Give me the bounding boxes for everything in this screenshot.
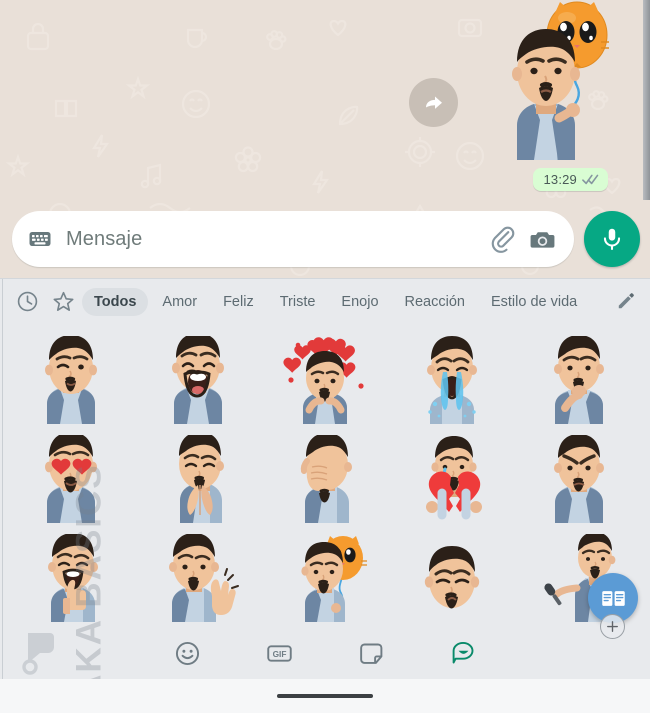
pencil-icon[interactable]	[610, 287, 640, 317]
broken-heart-sticker	[425, 435, 482, 519]
sticker-item-crying-face[interactable]	[388, 330, 515, 429]
sticker-item-in-love-hearts[interactable]	[262, 330, 389, 429]
tab-emoji[interactable]	[170, 636, 204, 670]
category-chip-enojo[interactable]: Enojo	[329, 288, 390, 316]
android-navigation-bar	[0, 679, 650, 713]
thumbs-up-sticker	[48, 533, 99, 622]
facepalm-sticker	[300, 434, 352, 523]
sticker-item-pleading-hands[interactable]	[135, 429, 262, 528]
gif-icon: GIF	[266, 644, 292, 662]
sticker-grid	[0, 324, 650, 627]
star-icon[interactable]	[46, 285, 80, 319]
sent-sticker-message[interactable]	[487, 0, 612, 160]
paperclip-icon[interactable]	[488, 226, 515, 253]
sticker-item-laughing-face[interactable]	[135, 330, 262, 429]
clock-icon[interactable]	[10, 285, 44, 319]
avatar-with-balloon-sticker	[512, 1, 609, 160]
message-placeholder: Mensaje	[66, 227, 143, 250]
waving-hand-sticker	[169, 533, 240, 622]
sticker-item-broken-heart[interactable]	[388, 429, 515, 528]
documents-icon	[601, 590, 625, 606]
sticker-icon	[359, 643, 382, 664]
pleading-hands-sticker	[179, 434, 225, 523]
angry-face-sticker	[553, 434, 604, 523]
sticker-item-wink-face[interactable]	[8, 330, 135, 429]
picker-bottom-tabs: GIF	[0, 627, 650, 679]
plus-icon	[607, 621, 618, 632]
category-chip-amor[interactable]: Amor	[150, 288, 209, 316]
sticker-picker-panel: Todos Amor Feliz Triste Enojo Reacción E…	[0, 278, 650, 679]
whatsapp-sticker-picker-screen: 13:29 Mensaje Todos Amor Feliz Triste En…	[0, 0, 650, 713]
tab-sticker[interactable]	[354, 636, 388, 670]
tab-avatar[interactable]	[446, 636, 480, 670]
svg-text:GIF: GIF	[272, 649, 286, 659]
microphone-icon	[603, 228, 621, 250]
avatar-icon	[452, 641, 473, 663]
message-input-field[interactable]: Mensaje	[12, 211, 574, 267]
category-chip-todos[interactable]: Todos	[82, 287, 149, 316]
category-chip-triste[interactable]: Triste	[268, 288, 328, 316]
crying-face-sticker	[426, 335, 477, 424]
category-chip-reaccion[interactable]: Reacción	[393, 288, 477, 316]
keyboard-icon[interactable]	[28, 227, 52, 251]
sticker-item-sad-face[interactable]	[388, 528, 515, 627]
add-sticker-badge-button[interactable]	[600, 614, 625, 639]
sticker-item-shy-thinking-face[interactable]	[515, 330, 642, 429]
heart-eyes-face-sticker	[45, 434, 98, 523]
laughing-face-sticker	[172, 335, 225, 424]
sticker-item-thumbs-up[interactable]	[8, 528, 135, 627]
double-check-icon	[582, 174, 599, 185]
category-chip-feliz[interactable]: Feliz	[211, 288, 266, 316]
camera-icon[interactable]	[529, 226, 556, 253]
sticker-item-sad-balloon[interactable]	[262, 528, 389, 627]
panel-left-divider	[2, 279, 3, 679]
forward-message-button[interactable]	[409, 78, 458, 127]
sad-face-sticker	[424, 545, 479, 608]
sticker-item-heart-eyes-face[interactable]	[8, 429, 135, 528]
wink-face-sticker	[45, 335, 98, 424]
tab-gif[interactable]: GIF	[262, 636, 296, 670]
screen-right-edge	[643, 0, 650, 200]
chat-conversation-area: 13:29	[0, 0, 650, 200]
sticker-category-bar: Todos Amor Feliz Triste Enojo Reacción E…	[0, 279, 650, 324]
sad-balloon-sticker	[301, 535, 367, 622]
message-timestamp: 13:29	[543, 172, 577, 187]
shy-thinking-face-sticker	[553, 335, 604, 424]
sticker-item-waving-hand[interactable]	[135, 528, 262, 627]
message-input-bar: Mensaje	[0, 200, 650, 278]
category-chip-estilo-de-vida[interactable]: Estilo de vida	[479, 288, 589, 316]
forward-arrow-icon	[425, 96, 442, 109]
voice-record-button[interactable]	[584, 211, 640, 267]
message-meta: 13:29	[533, 168, 608, 191]
sticker-item-angry-face[interactable]	[515, 429, 642, 528]
in-love-hearts-sticker	[283, 336, 364, 424]
message-status-ticks	[582, 173, 599, 186]
home-indicator[interactable]	[277, 694, 373, 698]
smiley-icon	[175, 641, 199, 665]
sticker-item-facepalm[interactable]	[262, 429, 389, 528]
